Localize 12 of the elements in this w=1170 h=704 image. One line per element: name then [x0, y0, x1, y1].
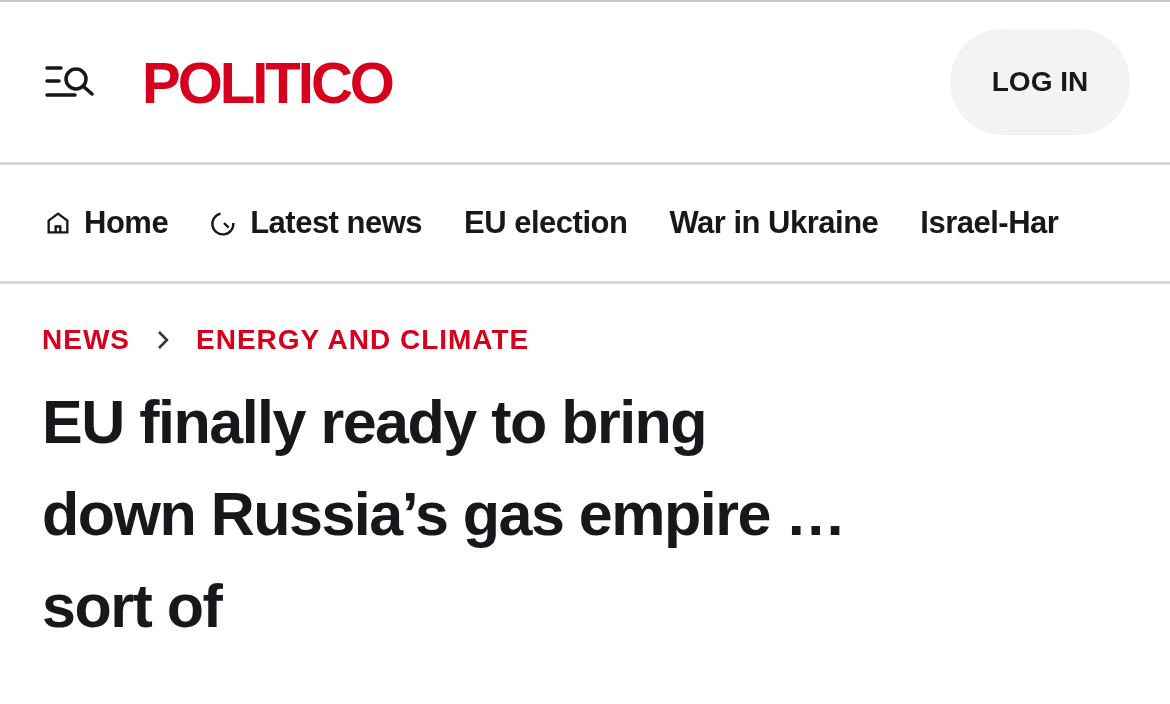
nav-link[interactable]: Israel-Har	[920, 205, 1059, 241]
nav-link[interactable]: EU election	[464, 205, 628, 241]
nav-link[interactable]: Latest news	[210, 205, 423, 241]
nav-link[interactable]: War in Ukraine	[669, 205, 879, 241]
menu-search-icon[interactable]	[44, 64, 96, 100]
breadcrumb-link[interactable]: ENERGY AND CLIMATE	[196, 324, 530, 356]
article-headline: EU finally ready to bring down Russia’s gas empire … sort of	[42, 387, 846, 642]
login-button[interactable]: LOG IN	[950, 29, 1130, 135]
chevron-right-icon	[156, 329, 170, 351]
breadcrumb-link[interactable]: NEWS	[42, 324, 130, 356]
nav-link[interactable]: Home	[44, 205, 169, 241]
politico-logo[interactable]: POLITICO	[142, 48, 950, 116]
